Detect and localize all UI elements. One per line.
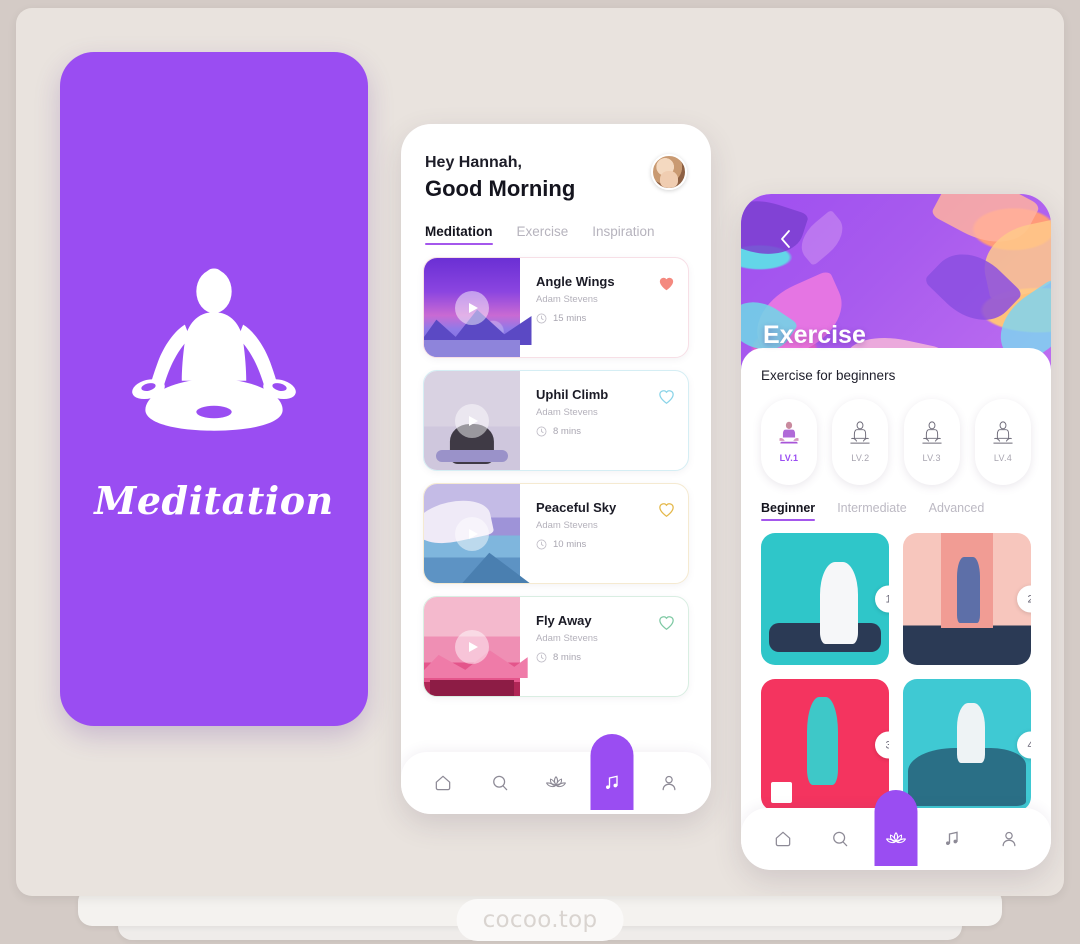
nav-home[interactable] bbox=[763, 808, 803, 870]
yoga-pose-icon bbox=[779, 421, 799, 444]
exercise-card-badge: 4 bbox=[1017, 731, 1031, 759]
heart-icon[interactable] bbox=[657, 613, 676, 632]
heart-icon[interactable] bbox=[657, 274, 676, 293]
yoga-pose-icon bbox=[993, 421, 1013, 444]
exercise-hero: Exercise bbox=[741, 194, 1051, 370]
clock-icon bbox=[536, 313, 547, 324]
level-card-4[interactable]: LV.4 bbox=[974, 399, 1031, 485]
meditation-track-list: Angle Wings Adam Stevens 15 mins Uphil C… bbox=[401, 245, 711, 697]
tab-advanced[interactable]: Advanced bbox=[929, 501, 985, 521]
exercise-card-badge: 3 bbox=[875, 731, 889, 759]
tab-beginner[interactable]: Beginner bbox=[761, 501, 816, 521]
difficulty-tabs: Beginner Intermediate Advanced bbox=[761, 501, 1031, 521]
track-duration-row: 10 mins bbox=[536, 539, 657, 550]
yoga-pose-icon bbox=[922, 421, 942, 444]
tab-exercise[interactable]: Exercise bbox=[517, 224, 569, 245]
greeting-line-1: Hey Hannah, bbox=[425, 154, 522, 171]
splash-title: Meditation bbox=[94, 477, 334, 523]
lotus-meditation-figure-icon bbox=[132, 267, 296, 431]
level-card-2[interactable]: LV.2 bbox=[832, 399, 889, 485]
track-artist: Adam Stevens bbox=[536, 407, 598, 418]
heart-icon[interactable] bbox=[657, 387, 676, 406]
track-title: Angle Wings bbox=[536, 274, 615, 289]
back-chevron-icon[interactable] bbox=[775, 228, 797, 250]
clock-icon bbox=[536, 652, 547, 663]
exercise-grid: 1 2 3 4 bbox=[761, 533, 1031, 811]
greeting-line-2: Good Morning bbox=[425, 176, 576, 201]
watermark: cocoo.top bbox=[456, 899, 624, 941]
track-thumbnail bbox=[424, 597, 520, 696]
heart-icon[interactable] bbox=[657, 500, 676, 519]
level-card-3[interactable]: LV.3 bbox=[903, 399, 960, 485]
presentation-panel: Meditation Hey Hannah, Good Morning Medi… bbox=[16, 8, 1064, 896]
track-artist: Adam Stevens bbox=[536, 520, 598, 531]
nav-music[interactable] bbox=[592, 752, 632, 814]
exercise-card-badge: 1 bbox=[875, 585, 889, 613]
track-duration-row: 15 mins bbox=[536, 313, 657, 324]
level-selector: LV.1 LV.2 LV.3 LV.4 bbox=[761, 399, 1031, 485]
track-duration: 8 mins bbox=[553, 426, 581, 437]
exercise-bottom-nav bbox=[741, 808, 1051, 870]
play-icon[interactable] bbox=[455, 403, 489, 438]
exercise-card[interactable]: 2 bbox=[903, 533, 1031, 665]
track-row[interactable]: Angle Wings Adam Stevens 15 mins bbox=[423, 257, 689, 358]
play-icon[interactable] bbox=[455, 290, 489, 325]
exercise-card[interactable]: 3 bbox=[761, 679, 889, 811]
avatar[interactable] bbox=[651, 154, 687, 190]
level-card-1[interactable]: LV.1 bbox=[761, 399, 817, 485]
track-row[interactable]: Peaceful Sky Adam Stevens 10 mins bbox=[423, 483, 689, 584]
greeting-block: Hey Hannah, Good Morning bbox=[425, 154, 575, 202]
track-title: Fly Away bbox=[536, 613, 592, 628]
nav-profile[interactable] bbox=[649, 752, 689, 814]
track-duration-row: 8 mins bbox=[536, 426, 657, 437]
exercise-hero-title: Exercise bbox=[763, 321, 866, 349]
track-thumbnail bbox=[424, 258, 520, 357]
track-duration: 8 mins bbox=[553, 652, 581, 663]
track-artist: Adam Stevens bbox=[536, 633, 598, 644]
home-tabs: Meditation Exercise Inspiration bbox=[401, 202, 711, 245]
phone-home-screen: Hey Hannah, Good Morning Meditation Exer… bbox=[401, 124, 711, 814]
level-label: LV.1 bbox=[779, 453, 799, 463]
level-label: LV.2 bbox=[851, 453, 870, 463]
track-artist: Adam Stevens bbox=[536, 294, 598, 305]
track-row[interactable]: Uphil Climb Adam Stevens 8 mins bbox=[423, 370, 689, 471]
track-row[interactable]: Fly Away Adam Stevens 8 mins bbox=[423, 596, 689, 697]
track-thumbnail bbox=[424, 371, 520, 470]
exercise-card-badge: 2 bbox=[1017, 585, 1031, 613]
track-duration: 10 mins bbox=[553, 539, 587, 550]
clock-icon bbox=[536, 539, 547, 550]
exercise-card[interactable]: 4 bbox=[903, 679, 1031, 811]
nav-lotus[interactable] bbox=[876, 808, 916, 870]
nav-music[interactable] bbox=[932, 808, 972, 870]
tab-meditation[interactable]: Meditation bbox=[425, 224, 493, 245]
tab-intermediate[interactable]: Intermediate bbox=[837, 501, 906, 521]
nav-profile[interactable] bbox=[989, 808, 1029, 870]
track-title: Peaceful Sky bbox=[536, 500, 617, 515]
phone-splash-screen: Meditation bbox=[60, 52, 368, 726]
home-bottom-nav bbox=[401, 752, 711, 814]
track-duration-row: 8 mins bbox=[536, 652, 657, 663]
phone-exercise-screen: Exercise Exercise for beginners LV.1 LV.… bbox=[741, 194, 1051, 870]
nav-home[interactable] bbox=[423, 752, 463, 814]
play-icon[interactable] bbox=[455, 629, 489, 664]
clock-icon bbox=[536, 426, 547, 437]
level-label: LV.3 bbox=[922, 453, 941, 463]
exercise-sheet-title: Exercise for beginners bbox=[761, 368, 896, 383]
exercise-card[interactable]: 1 bbox=[761, 533, 889, 665]
level-label: LV.4 bbox=[993, 453, 1013, 463]
nav-search[interactable] bbox=[480, 752, 520, 814]
play-icon[interactable] bbox=[455, 516, 489, 551]
nav-lotus[interactable] bbox=[536, 752, 576, 814]
track-title: Uphil Climb bbox=[536, 387, 609, 402]
home-header: Hey Hannah, Good Morning bbox=[401, 124, 711, 202]
tab-inspiration[interactable]: Inspiration bbox=[592, 224, 654, 245]
nav-search[interactable] bbox=[820, 808, 860, 870]
track-duration: 15 mins bbox=[553, 313, 587, 324]
yoga-pose-icon bbox=[850, 421, 870, 444]
track-thumbnail bbox=[424, 484, 520, 583]
